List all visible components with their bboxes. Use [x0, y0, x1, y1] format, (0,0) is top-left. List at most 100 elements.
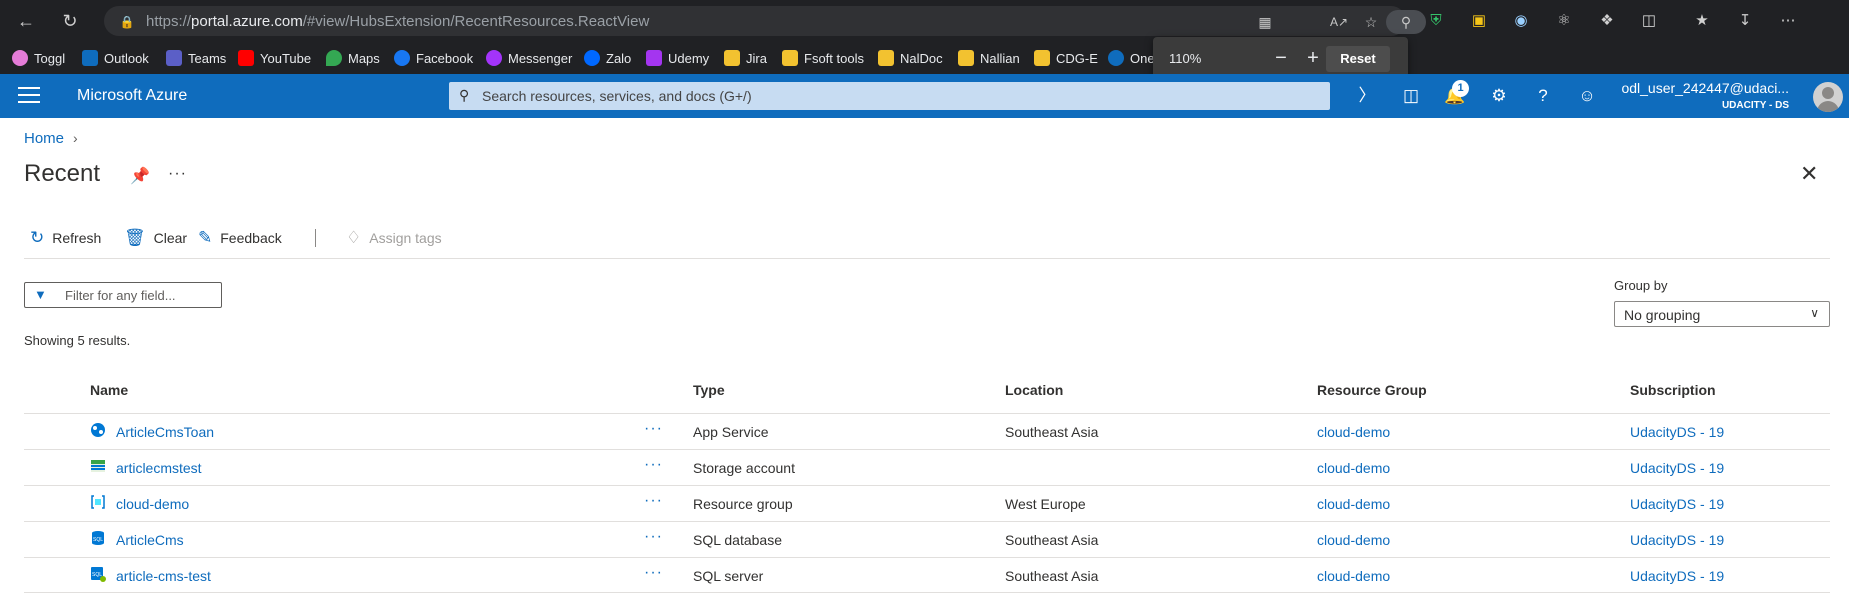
resource-group-link[interactable]: cloud-demo [1317, 496, 1390, 512]
reload-icon[interactable]: ↻ [58, 9, 82, 33]
portal-menu-icon[interactable] [18, 87, 40, 105]
azure-brand[interactable]: Microsoft Azure [77, 87, 187, 105]
azure-header: Microsoft Azure ⚲ Search resources, serv… [0, 74, 1849, 118]
page-more-icon[interactable]: ··· [168, 165, 187, 183]
column-header-subscription[interactable]: Subscription [1630, 382, 1716, 398]
resource-location: Southeast Asia [1005, 568, 1099, 584]
shield-extension-icon[interactable]: ⛨ [1425, 10, 1447, 32]
row-more-icon[interactable]: ··· [644, 420, 663, 438]
zoom-reset-button[interactable]: Reset [1326, 46, 1390, 72]
app-available-icon[interactable]: ▦ [1256, 13, 1274, 31]
bookmark-facebook[interactable]: Facebook [394, 48, 473, 68]
refresh-icon: ↻ [30, 228, 45, 247]
resource-type: SQL database [693, 532, 782, 548]
search-placeholder: Search resources, services, and docs (G+… [482, 88, 752, 104]
extension-icon-yellow[interactable]: ▣ [1468, 10, 1490, 32]
bookmark-toggl[interactable]: Toggl [12, 48, 65, 68]
extensions-puzzle-icon[interactable]: ❖ [1596, 10, 1618, 32]
subscription-link[interactable]: UdacityDS - 19 [1630, 424, 1724, 440]
column-header-location[interactable]: Location [1005, 382, 1063, 398]
resource-name-link[interactable]: ArticleCms [116, 532, 184, 548]
breadcrumb-home[interactable]: Home [24, 130, 64, 147]
bookmark-nallian[interactable]: Nallian [958, 48, 1020, 68]
resource-group-link[interactable]: cloud-demo [1317, 568, 1390, 584]
resource-name-link[interactable]: ArticleCmsToan [116, 424, 214, 440]
bookmark-onedrive[interactable]: One [1108, 48, 1155, 68]
zoom-indicator-button[interactable]: ⚲ [1386, 10, 1426, 34]
command-bar-divider [24, 258, 1830, 259]
clear-label: Clear [153, 230, 188, 246]
global-search-input[interactable]: ⚲ Search resources, services, and docs (… [449, 82, 1330, 110]
zoom-icon: ⚲ [1400, 14, 1412, 30]
url-prefix: https:// [146, 13, 192, 30]
subscription-link[interactable]: UdacityDS - 19 [1630, 568, 1724, 584]
cloud-shell-icon[interactable]: 〉 [1355, 84, 1379, 108]
zoom-out-button[interactable]: − [1269, 47, 1293, 71]
feedback-icon[interactable]: ☺ [1575, 84, 1599, 108]
subscription-link[interactable]: UdacityDS - 19 [1630, 460, 1724, 476]
subscription-link[interactable]: UdacityDS - 19 [1630, 532, 1724, 548]
refresh-button[interactable]: ↻ Refresh [30, 228, 101, 248]
bookmark-jira[interactable]: Jira [724, 48, 767, 68]
row-more-icon[interactable]: ··· [644, 528, 663, 546]
row-more-icon[interactable]: ··· [644, 456, 663, 474]
account-directory[interactable]: UDACITY - DS [1722, 100, 1789, 111]
bookmark-udemy[interactable]: Udemy [646, 48, 709, 68]
trash-icon: 🗑 [124, 228, 146, 247]
account-name[interactable]: odl_user_242447@udaci... [1621, 80, 1789, 96]
read-aloud-icon[interactable]: A↗ [1330, 13, 1348, 31]
bookmark-messenger[interactable]: Messenger [486, 48, 572, 68]
bookmark-maps[interactable]: Maps [326, 48, 380, 68]
resource-name-link[interactable]: cloud-demo [116, 496, 189, 512]
directory-filter-icon[interactable]: ◫ [1399, 84, 1423, 108]
bookmark-youtube[interactable]: YouTube [238, 48, 311, 68]
address-bar[interactable]: 🔒 https://portal.azure.com/#view/HubsExt… [104, 6, 1426, 36]
resource-group-link[interactable]: cloud-demo [1317, 460, 1390, 476]
group-by-label: Group by [1614, 278, 1668, 293]
bookmark-outlook[interactable]: Outlook [82, 48, 149, 68]
back-arrow-icon[interactable]: ← [14, 9, 38, 33]
feedback-button[interactable]: ✎ Feedback [198, 228, 282, 248]
favorites-icon[interactable]: ★ [1691, 10, 1713, 32]
column-header-resource-group[interactable]: Resource Group [1317, 382, 1427, 398]
avatar[interactable] [1813, 82, 1843, 112]
filter-input[interactable]: ▼ Filter for any field... [24, 282, 222, 308]
react-devtools-icon[interactable]: ⚛ [1553, 10, 1575, 32]
downloads-icon[interactable]: ↧ [1734, 10, 1756, 32]
zoom-in-button[interactable]: + [1301, 47, 1325, 71]
bookmark-label: Zalo [606, 50, 632, 66]
resource-group-icon [90, 494, 106, 510]
messenger-icon [486, 50, 502, 66]
youtube-icon [238, 50, 254, 66]
bookmark-naldoc[interactable]: NalDoc [878, 48, 943, 68]
resource-group-link[interactable]: cloud-demo [1317, 532, 1390, 548]
resource-group-link[interactable]: cloud-demo [1317, 424, 1390, 440]
help-icon[interactable]: ? [1531, 84, 1555, 108]
column-header-type[interactable]: Type [693, 382, 725, 398]
pin-icon[interactable]: 📌 [130, 166, 150, 186]
bookmark-teams[interactable]: Teams [166, 48, 226, 68]
group-by-dropdown[interactable]: No grouping ∨ [1614, 301, 1830, 327]
row-more-icon[interactable]: ··· [644, 492, 663, 510]
url-text[interactable]: https://portal.azure.com/#view/HubsExten… [146, 13, 649, 30]
row-more-icon[interactable]: ··· [644, 564, 663, 582]
feedback-label: Feedback [220, 230, 282, 246]
bookmark-fsoft-tools[interactable]: Fsoft tools [782, 48, 864, 68]
resource-name-link[interactable]: article-cms-test [116, 568, 211, 584]
subscription-link[interactable]: UdacityDS - 19 [1630, 496, 1724, 512]
settings-gear-icon[interactable]: ⚙ [1487, 84, 1511, 108]
close-icon[interactable]: ✕ [1800, 163, 1818, 185]
resource-location: Southeast Asia [1005, 424, 1099, 440]
resource-name-link[interactable]: articlecmstest [116, 460, 202, 476]
column-header-name[interactable]: Name [90, 382, 128, 398]
split-screen-icon[interactable]: ◫ [1638, 10, 1660, 32]
bookmark-zalo[interactable]: Zalo [584, 48, 631, 68]
favorite-star-icon[interactable]: ☆ [1362, 13, 1380, 31]
extension-icon-blue[interactable]: ◉ [1510, 10, 1532, 32]
clear-button[interactable]: 🗑 Clear [124, 228, 187, 248]
bookmark-cdg-e[interactable]: CDG-E [1034, 48, 1098, 68]
maps-icon [326, 50, 342, 66]
lock-icon[interactable]: 🔒 [118, 13, 136, 31]
assign-tags-button[interactable]: ♢ Assign tags [346, 228, 442, 248]
more-options-icon[interactable]: ⋯ [1777, 10, 1799, 32]
